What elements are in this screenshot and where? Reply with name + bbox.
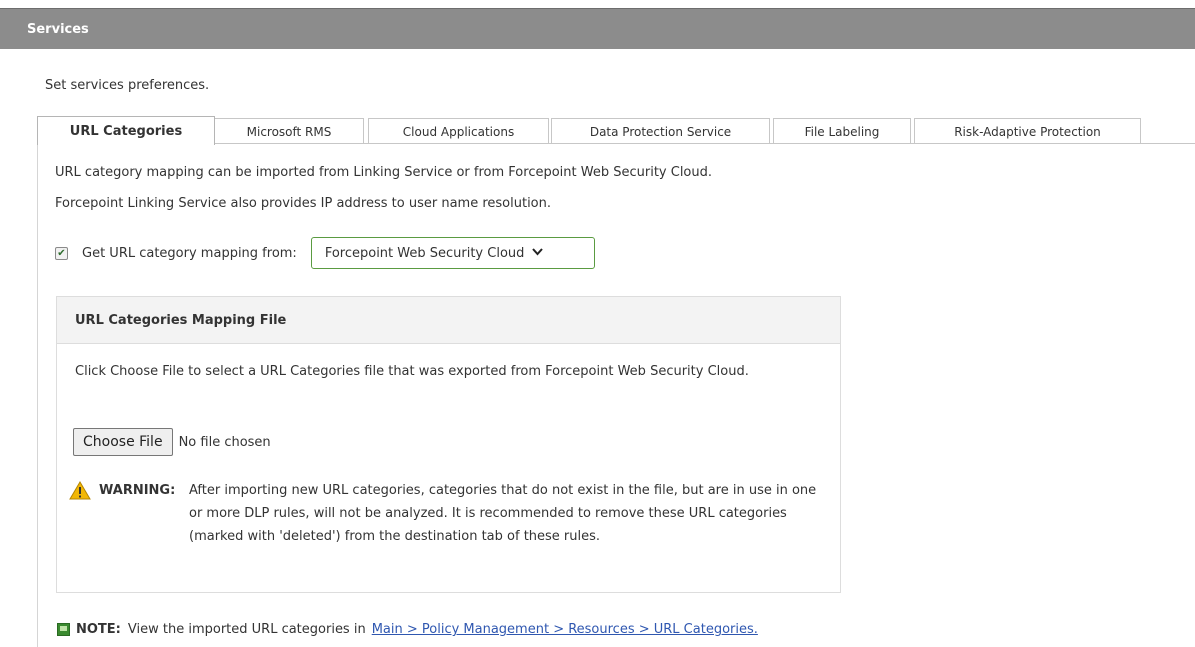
content-border xyxy=(37,143,38,647)
note-label: NOTE: xyxy=(76,622,121,637)
no-file-text: No file chosen xyxy=(178,434,271,450)
panel-title: URL Categories Mapping File xyxy=(57,297,840,344)
note-icon xyxy=(57,623,70,636)
checkmark-icon: ✔ xyxy=(57,247,66,259)
warning-text: After importing new URL categories, cate… xyxy=(189,483,817,544)
mapping-source-select[interactable]: Forcepoint Web Security Cloud xyxy=(310,237,595,269)
tab-url-categories[interactable]: URL Categories xyxy=(37,116,215,145)
url-categories-link[interactable]: Main > Policy Management > Resources > U… xyxy=(372,622,758,637)
services-header-bar: Services xyxy=(0,8,1195,49)
choose-file-button[interactable]: Choose File xyxy=(73,428,173,456)
tab-cloud-applications[interactable]: Cloud Applications xyxy=(368,118,549,144)
note-row: NOTE: View the imported URL categories i… xyxy=(57,622,758,637)
mapping-source-row: ✔ Get URL category mapping from: Forcepo… xyxy=(55,236,595,270)
tab-risk-adaptive-protection[interactable]: Risk-Adaptive Protection xyxy=(914,118,1141,144)
chevron-down-icon xyxy=(532,247,544,259)
tab-microsoft-rms[interactable]: Microsoft RMS xyxy=(214,118,364,144)
description-line-1: URL category mapping can be imported fro… xyxy=(55,165,713,180)
file-chooser: Choose File No file chosen xyxy=(73,428,271,456)
get-mapping-checkbox[interactable]: ✔ xyxy=(55,246,68,260)
tab-file-labeling[interactable]: File Labeling xyxy=(773,118,911,144)
get-mapping-label: Get URL category mapping from: xyxy=(82,245,297,261)
page-title: Services xyxy=(27,21,89,37)
note-text: View the imported URL categories in xyxy=(127,622,366,637)
description-line-2: Forcepoint Linking Service also provides… xyxy=(55,196,552,211)
mapping-source-value: Forcepoint Web Security Cloud xyxy=(324,245,525,261)
panel-instructions: Click Choose File to select a URL Catego… xyxy=(75,364,749,379)
tab-data-protection-service[interactable]: Data Protection Service xyxy=(551,118,770,144)
warning-icon xyxy=(69,481,91,504)
warning-label: WARNING: xyxy=(99,483,176,498)
page-subtitle: Set services preferences. xyxy=(45,78,210,93)
mapping-file-panel: URL Categories Mapping File Click Choose… xyxy=(56,296,841,593)
